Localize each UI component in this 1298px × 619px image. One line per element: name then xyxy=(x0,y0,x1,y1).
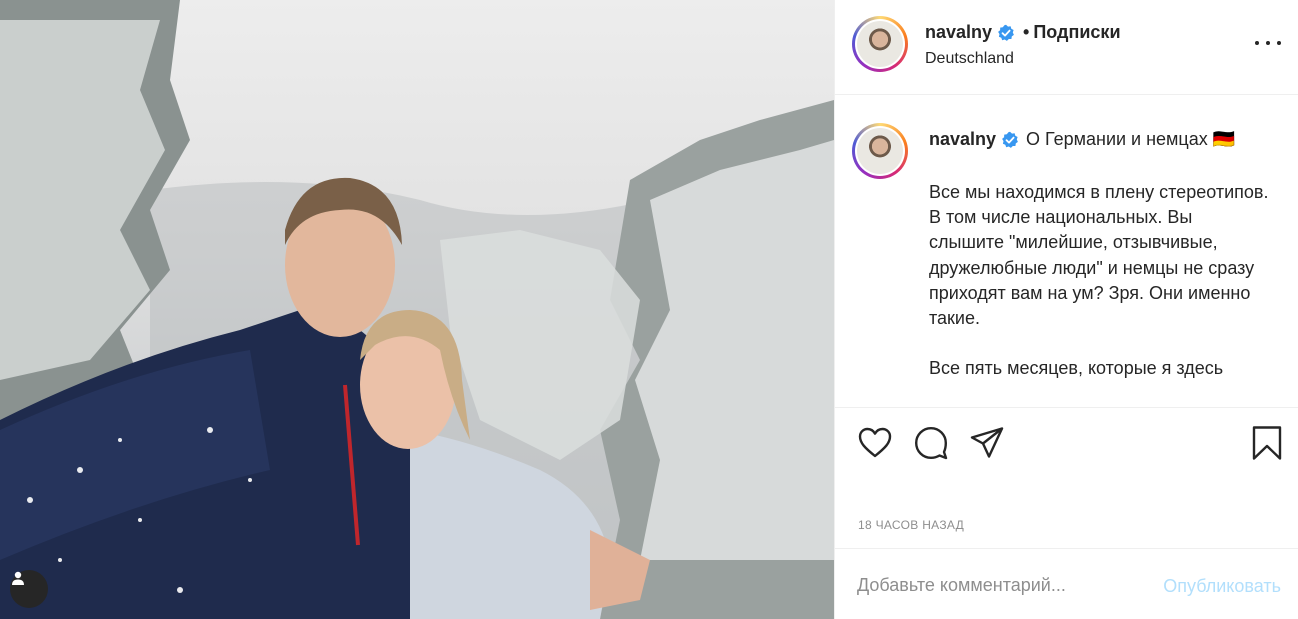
post-timestamp[interactable]: 18 часов назад xyxy=(858,518,964,532)
publish-comment-button[interactable]: Опубликовать xyxy=(1163,576,1281,597)
caption-title: О Германии и немцах 🇩🇪 xyxy=(1026,129,1236,149)
user-tag-icon xyxy=(12,571,24,585)
user-tag-button[interactable] xyxy=(10,570,48,608)
post-actions: 18 часов назад xyxy=(835,407,1298,547)
caption-header: navalny О Германии и немцах 🇩🇪 xyxy=(929,129,1289,150)
author-line: navalny • Подписки xyxy=(925,22,1121,43)
more-options-button[interactable] xyxy=(1255,33,1281,53)
verified-badge-icon xyxy=(998,24,1014,41)
caption-text: Все мы находимся в плену стереотипов. В … xyxy=(929,182,1269,379)
caption-avatar[interactable] xyxy=(852,123,908,179)
comment-input[interactable] xyxy=(857,571,1137,599)
verified-badge-icon xyxy=(1002,131,1018,148)
author-username[interactable]: navalny xyxy=(925,22,992,43)
caption-section[interactable]: navalny О Германии и немцах 🇩🇪 Все мы на… xyxy=(835,96,1298,406)
snowy-selfie-illustration xyxy=(0,0,834,619)
following-button[interactable]: Подписки xyxy=(1033,22,1120,43)
location-link[interactable]: Deutschland xyxy=(925,50,1014,68)
bookmark-icon[interactable] xyxy=(1249,425,1285,461)
post-details-panel: navalny • Подписки Deutschland navalny О xyxy=(834,0,1298,619)
comment-bubble-icon[interactable] xyxy=(913,425,949,461)
heart-icon[interactable] xyxy=(857,425,893,461)
comment-form: Опубликовать xyxy=(835,548,1298,619)
separator-dot: • xyxy=(1023,22,1030,42)
paper-plane-icon[interactable] xyxy=(969,425,1005,461)
author-avatar[interactable] xyxy=(852,16,908,72)
caption-username[interactable]: navalny xyxy=(929,129,996,150)
post-photo[interactable] xyxy=(0,0,834,619)
post-header: navalny • Подписки Deutschland xyxy=(835,0,1298,95)
more-options-icon xyxy=(1255,41,1259,45)
